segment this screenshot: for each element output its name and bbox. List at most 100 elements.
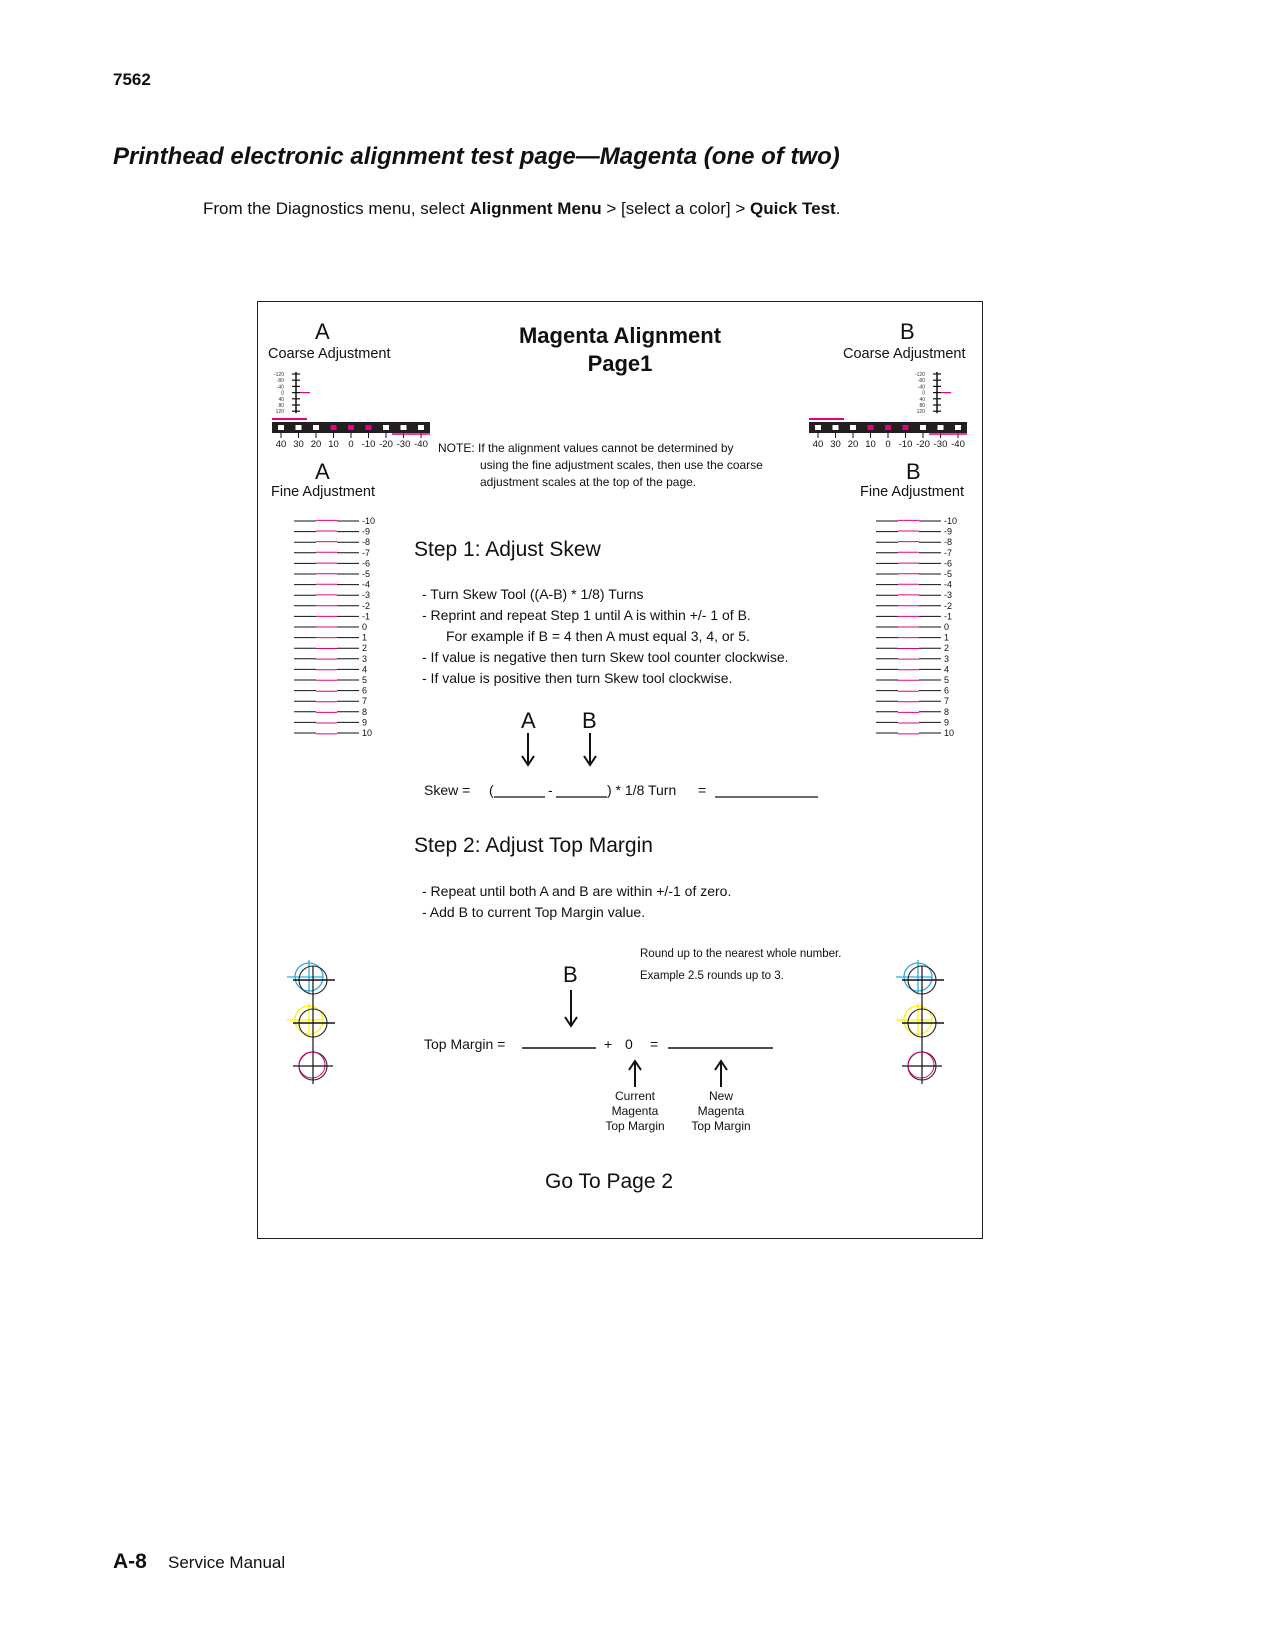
- note-line: If the alignment values cannot be determ…: [478, 441, 734, 455]
- note-label: NOTE:: [438, 441, 475, 455]
- fine-tick-label: 0: [944, 622, 949, 632]
- round-example: Example 2.5 rounds up to 3.: [640, 970, 784, 982]
- step1-bullets: - Turn Skew Tool ((A-B) * 1/8) Turns - R…: [422, 584, 789, 689]
- coarse-vtick-label: 120: [917, 409, 926, 415]
- coarse-bar-square: [850, 425, 856, 430]
- coarse-bar-tick-label: 10: [328, 439, 339, 450]
- footer-page-number: A-8: [113, 1550, 147, 1573]
- coarse-bar-square: [313, 425, 319, 430]
- left-fine-letter: A: [315, 459, 330, 484]
- fine-tick-label: 9: [362, 717, 367, 727]
- fine-tick-label: -1: [944, 611, 952, 621]
- coarse-vtick-label: -120: [915, 372, 925, 378]
- caption-line: Top Margin: [691, 1119, 751, 1133]
- margin-arrows: [522, 990, 773, 1087]
- fine-tick-label: -10: [944, 516, 957, 526]
- page-title: Printhead electronic alignment test page…: [113, 143, 840, 170]
- step1-example: For example if B = 4 then A must equal 3…: [446, 628, 750, 644]
- coarse-bar-tick-label: 40: [813, 439, 824, 450]
- instruction-prefix: From the Diagnostics menu, select: [203, 199, 470, 218]
- coarse-bar-square: [278, 425, 284, 430]
- coarse-bar-square: [867, 425, 874, 430]
- fine-tick-label: 7: [362, 696, 367, 706]
- fine-tick-label: 2: [944, 643, 949, 653]
- coarse-vtick-label: -80: [918, 378, 925, 384]
- coarse-bar-tick-label: -30: [934, 439, 948, 450]
- step1-heading: Step 1: Adjust Skew: [414, 538, 601, 561]
- step2-heading: Step 2: Adjust Top Margin: [414, 834, 653, 857]
- coarse-vtick-label: 0: [922, 391, 925, 397]
- fine-tick-label: -7: [362, 548, 370, 558]
- fine-tick-label: -8: [944, 537, 952, 547]
- fine-tick-label: 7: [944, 696, 949, 706]
- go-to-page-2: Go To Page 2: [545, 1170, 674, 1193]
- caption-line: Magenta: [697, 1104, 745, 1118]
- fine-tick-label: -4: [362, 580, 370, 590]
- test-page-title: Magenta Alignment Page1: [430, 322, 810, 378]
- fine-tick-label: 5: [362, 675, 367, 685]
- fine-tick-label: 1: [944, 633, 949, 643]
- coarse-bar-square: [937, 425, 944, 430]
- fine-tick-label: 8: [362, 707, 367, 717]
- instruction-suffix: .: [835, 199, 841, 218]
- coarse-vtick-label: -80: [277, 378, 284, 384]
- fine-tick-label: 6: [362, 686, 367, 696]
- coarse-bar-square: [832, 425, 839, 430]
- caption-line: Top Margin: [605, 1119, 665, 1133]
- skew-formula-open: (: [489, 782, 494, 798]
- footer-title: Service Manual: [168, 1553, 286, 1572]
- coarse-bar-square: [295, 425, 302, 430]
- coarse-bar-tick-label: 30: [293, 439, 304, 450]
- instruction-middle: > [select a color] >: [601, 199, 751, 218]
- skew-arrow-b-label: B: [582, 708, 597, 733]
- right-coarse-letter: B: [900, 319, 915, 344]
- fine-tick-label: -10: [362, 516, 375, 526]
- coarse-bar-tick-label: 20: [311, 439, 322, 450]
- note-line: adjustment scales at the top of the page…: [480, 475, 697, 489]
- coarse-bar-tick-label: 0: [348, 439, 353, 450]
- fine-tick-label: -3: [944, 590, 952, 600]
- coarse-bar-tick-label: 40: [276, 439, 287, 450]
- coarse-bar-tick-label: -30: [397, 439, 411, 450]
- fine-tick-label: 10: [944, 728, 954, 738]
- fine-tick-label: 3: [362, 654, 367, 664]
- skew-formula-minus: -: [548, 782, 553, 798]
- step1-bullet: - If value is negative then turn Skew to…: [422, 649, 789, 665]
- step1-bullet: - Reprint and repeat Step 1 until A is w…: [422, 607, 751, 623]
- left-coarse-label: Coarse Adjustment: [268, 346, 391, 362]
- coarse-bar-tick-label: -40: [414, 439, 428, 450]
- step2-bullet: - Repeat until both A and B are within +…: [422, 883, 732, 899]
- note: NOTE: If the alignment values cannot be …: [438, 440, 763, 491]
- note-line: using the fine adjustment scales, then u…: [480, 458, 763, 472]
- fine-tick-label: -2: [362, 601, 370, 611]
- coarse-vtick-label: 80: [919, 403, 925, 409]
- step2-bullets: - Repeat until both A and B are within +…: [422, 881, 731, 923]
- coarse-bar-tick-label: -10: [362, 439, 376, 450]
- fine-tick-label: 3: [944, 654, 949, 664]
- fine-tick-label: 0: [362, 622, 367, 632]
- right-coarse-label: Coarse Adjustment: [843, 346, 966, 362]
- fine-tick-label: 4: [362, 664, 367, 674]
- skew-formula-label: Skew =: [424, 782, 471, 798]
- top-margin-label: Top Margin =: [424, 1036, 506, 1052]
- fine-tick-label: -8: [362, 537, 370, 547]
- document-id: 7562: [113, 70, 151, 89]
- coarse-bar-square: [348, 425, 354, 430]
- step1-bullet: - If value is positive then turn Skew to…: [422, 670, 733, 686]
- caption-line: Current: [614, 1089, 655, 1103]
- instruction-alignment-menu: Alignment Menu: [469, 199, 602, 218]
- fine-tick-label: 5: [944, 675, 949, 685]
- instruction: From the Diagnostics menu, select Alignm…: [203, 199, 840, 219]
- coarse-bar-tick-label: -10: [899, 439, 913, 450]
- coarse-bar-square: [330, 425, 337, 430]
- fine-tick-label: -9: [362, 527, 370, 537]
- fine-tick-label: 4: [944, 664, 949, 674]
- left-fine-label: Fine Adjustment: [271, 484, 375, 500]
- fine-tick-label: 6: [944, 686, 949, 696]
- round-note: Round up to the nearest whole number.: [640, 948, 842, 960]
- fine-tick-label: -7: [944, 548, 952, 558]
- coarse-bar-square: [885, 425, 891, 430]
- test-page-title-line2: Page1: [587, 351, 653, 376]
- fine-tick-label: 10: [362, 728, 372, 738]
- top-margin-zero: 0: [625, 1036, 633, 1052]
